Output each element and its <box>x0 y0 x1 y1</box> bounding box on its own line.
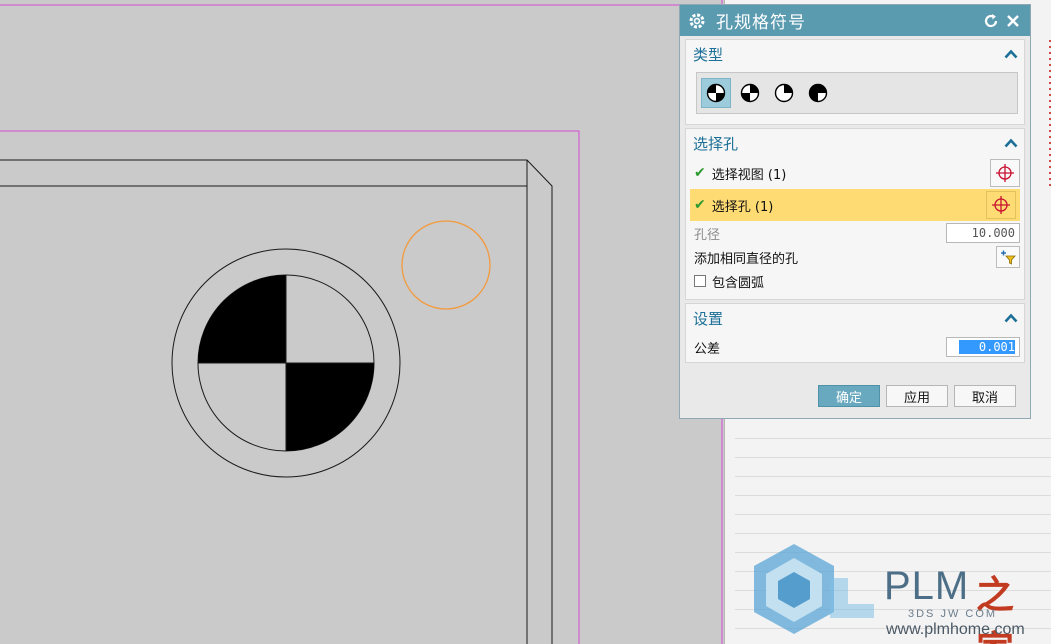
quadrant-half-icon <box>808 83 828 103</box>
diameter-row: 孔径 10.000 <box>686 221 1024 245</box>
settings-section: 设置 公差 0.001 <box>685 303 1025 363</box>
select-hole-label: 选择孔 (1) <box>711 199 774 215</box>
hole-symbol-quadrant-bottom-right <box>286 363 374 451</box>
tolerance-value: 0.001 <box>958 340 1015 354</box>
watermark-brand: PLM <box>884 564 970 608</box>
select-hole-section: 选择孔 ✔ 选择视图 (1) ✔ 选择孔 (1) 孔径 10.000 添加相同直… <box>685 128 1025 300</box>
type-section-header[interactable]: 类型 <box>686 40 1024 68</box>
tolerance-input[interactable]: 0.001 <box>946 337 1020 357</box>
check-icon: ✔ <box>694 165 706 181</box>
type-half-symbol-button[interactable] <box>803 78 833 108</box>
quadrant-inverted-icon <box>740 83 760 103</box>
dialog-footer: 确定 应用 取消 <box>680 374 1030 418</box>
watermark-sub: 3DS JW COM <box>908 608 998 620</box>
apply-button[interactable]: 应用 <box>886 385 948 407</box>
watermark-url: www.plmhome.com <box>886 621 1025 638</box>
type-section-title: 类型 <box>693 45 724 64</box>
include-arc-row[interactable]: 包含圆弧 <box>686 269 1024 293</box>
select-hole-button[interactable] <box>986 191 1016 219</box>
reset-icon[interactable] <box>980 10 1002 32</box>
settings-section-header[interactable]: 设置 <box>686 304 1024 332</box>
type-inverted-symbol-button[interactable] <box>735 78 765 108</box>
select-view-label: 选择视图 (1) <box>711 167 787 183</box>
select-hole-section-title: 选择孔 <box>693 134 739 153</box>
add-same-diameter-label: 添加相同直径的孔 <box>694 251 799 267</box>
cancel-button[interactable]: 取消 <box>954 385 1016 407</box>
dialog-title: 孔规格符号 <box>716 13 806 33</box>
settings-section-title: 设置 <box>693 309 724 328</box>
drawing-canvas[interactable] <box>0 0 725 644</box>
add-same-diameter-button[interactable] <box>996 246 1020 268</box>
hole-symbol-quadrant-top-left <box>198 275 286 363</box>
watermark: PLM 之家 3DS JW COM www.plmhome.com <box>748 538 1051 644</box>
diameter-input[interactable]: 10.000 <box>946 223 1020 243</box>
select-hole-row[interactable]: ✔ 选择孔 (1) <box>690 189 1020 221</box>
add-filter-icon <box>1001 250 1016 265</box>
add-same-diameter-row: 添加相同直径的孔 <box>686 245 1024 269</box>
select-hole-section-header[interactable]: 选择孔 <box>686 129 1024 157</box>
crosshair-icon <box>996 164 1014 182</box>
type-full-symbol-button[interactable] <box>701 78 731 108</box>
gear-icon <box>688 12 706 30</box>
drawing-svg <box>0 0 723 644</box>
chevron-up-icon[interactable] <box>1003 135 1019 151</box>
include-arc-label: 包含圆弧 <box>712 275 765 291</box>
quadrant-full-icon <box>706 83 726 103</box>
select-view-row[interactable]: ✔ 选择视图 (1) <box>686 157 1024 189</box>
close-icon[interactable] <box>1002 10 1024 32</box>
type-section: 类型 <box>685 39 1025 125</box>
diameter-label: 孔径 <box>694 227 721 243</box>
include-arc-checkbox[interactable] <box>694 275 706 287</box>
tolerance-row: 公差 0.001 <box>686 332 1024 362</box>
chevron-up-icon[interactable] <box>1003 310 1019 326</box>
ok-button[interactable]: 确定 <box>818 385 880 407</box>
crosshair-icon <box>992 196 1010 214</box>
select-view-button[interactable] <box>990 159 1020 187</box>
type-single-quadrant-button[interactable] <box>769 78 799 108</box>
hole-symbol-dialog: 孔规格符号 类型 选择孔 ✔ 选择视图 (1) ✔ 选择孔 (1) 孔径 10.… <box>679 4 1031 419</box>
tolerance-label: 公差 <box>694 341 721 357</box>
type-selector <box>696 72 1018 114</box>
watermark-logo-icon <box>754 544 874 634</box>
dialog-titlebar[interactable]: 孔规格符号 <box>680 5 1030 36</box>
quadrant-single-icon <box>774 83 794 103</box>
check-icon: ✔ <box>694 197 706 213</box>
chevron-up-icon[interactable] <box>1003 46 1019 62</box>
selected-hole-preview-circle[interactable] <box>401 220 491 310</box>
